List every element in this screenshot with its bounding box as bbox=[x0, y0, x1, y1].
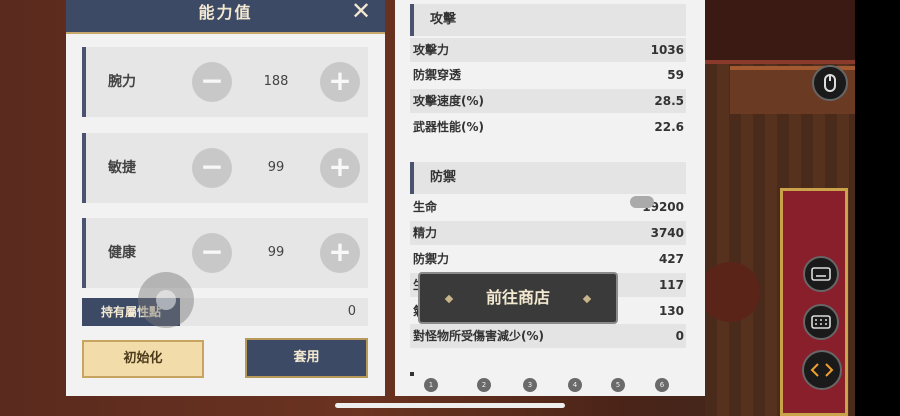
info-row: 攻擊速度(%) 28.5 bbox=[410, 89, 686, 113]
info-value: 1036 bbox=[650, 43, 684, 57]
diamond-ornament-icon bbox=[582, 294, 592, 304]
info-label: 攻擊力 bbox=[413, 43, 450, 57]
scene-table bbox=[700, 262, 760, 322]
defense-section-title: 防禦 bbox=[430, 170, 457, 185]
info-label: 對怪物所受傷害減少(%) bbox=[413, 329, 544, 343]
info-row: 武器性能(%) 22.6 bbox=[410, 115, 686, 139]
info-label: 武器性能(%) bbox=[413, 120, 484, 134]
stat-label: 健康 bbox=[108, 245, 136, 261]
decrease-button[interactable]: − bbox=[192, 233, 232, 273]
page-indicator[interactable]: 1 bbox=[424, 378, 438, 392]
stat-row-agility: 敏捷 − 99 + bbox=[82, 133, 368, 203]
info-label: 精力 bbox=[413, 226, 438, 240]
reset-button[interactable]: 初始化 bbox=[82, 340, 204, 378]
stat-value: 99 bbox=[267, 160, 285, 175]
joystick-knob-icon[interactable] bbox=[156, 290, 176, 310]
stat-value: 188 bbox=[263, 74, 289, 89]
info-label: 防禦穿透 bbox=[413, 68, 462, 82]
page-indicator[interactable]: 4 bbox=[568, 378, 582, 392]
stat-row-strength: 腕力 − 188 + bbox=[82, 47, 368, 117]
info-label: 攻擊速度(%) bbox=[413, 94, 484, 108]
stat-label: 腕力 bbox=[108, 74, 136, 90]
increase-button[interactable]: + bbox=[320, 233, 360, 273]
stat-label: 敏捷 bbox=[108, 160, 136, 176]
info-label: 生命 bbox=[413, 200, 438, 214]
attack-section-header: 攻擊 bbox=[410, 4, 686, 36]
close-button[interactable]: ✕ bbox=[348, 0, 374, 24]
decrease-button[interactable]: − bbox=[192, 62, 232, 102]
home-indicator[interactable] bbox=[335, 403, 565, 408]
page-indicator[interactable]: 2 bbox=[477, 378, 491, 392]
info-value: 427 bbox=[658, 252, 684, 266]
decrease-button[interactable]: − bbox=[192, 148, 232, 188]
info-value: 0 bbox=[675, 329, 684, 343]
keypad-icon bbox=[811, 315, 831, 329]
page-indicator[interactable]: 6 bbox=[655, 378, 669, 392]
screen-edge bbox=[855, 0, 900, 416]
keypad-button[interactable] bbox=[803, 304, 839, 340]
info-row: 精力 3740 bbox=[410, 221, 686, 245]
keyboard-button[interactable] bbox=[803, 256, 839, 292]
info-value: 3740 bbox=[650, 226, 684, 240]
stat-row-health: 健康 − 99 + bbox=[82, 218, 368, 288]
go-to-shop-button[interactable]: 前往商店 bbox=[418, 272, 618, 324]
info-label: 防禦力 bbox=[413, 252, 450, 266]
arrows-button[interactable] bbox=[802, 350, 842, 390]
info-row: 攻擊力 1036 bbox=[410, 38, 686, 62]
mouse-button[interactable] bbox=[812, 65, 848, 101]
page-indicator[interactable]: 5 bbox=[611, 378, 625, 392]
points-value: 0 bbox=[347, 304, 356, 319]
stat-panel-title: 能力值 bbox=[198, 3, 253, 22]
go-to-shop-label: 前往商店 bbox=[485, 288, 550, 307]
attack-section-title: 攻擊 bbox=[430, 12, 457, 27]
increase-button[interactable]: + bbox=[320, 148, 360, 188]
info-row: 防禦穿透 59 bbox=[410, 63, 686, 87]
stat-value: 99 bbox=[267, 245, 285, 260]
increase-button[interactable]: + bbox=[320, 62, 360, 102]
info-row: 防禦力 427 bbox=[410, 247, 686, 271]
info-value: 28.5 bbox=[654, 94, 684, 108]
info-row: 對怪物所受傷害減少(%) 0 bbox=[410, 324, 686, 348]
info-value: 59 bbox=[667, 68, 684, 82]
tooltip-bubble-icon bbox=[630, 196, 654, 208]
info-value: 130 bbox=[658, 304, 684, 318]
page-indicator[interactable]: 3 bbox=[523, 378, 537, 392]
arrows-icon bbox=[810, 363, 834, 377]
diamond-ornament-icon bbox=[444, 294, 454, 304]
info-value: 117 bbox=[658, 278, 684, 292]
keyboard-icon bbox=[811, 267, 831, 281]
mouse-icon bbox=[824, 74, 836, 92]
defense-section-header: 防禦 bbox=[410, 162, 686, 194]
scroll-marker bbox=[410, 372, 414, 376]
scene-roof bbox=[705, 0, 855, 64]
apply-button[interactable]: 套用 bbox=[245, 338, 368, 378]
info-value: 22.6 bbox=[654, 120, 684, 134]
